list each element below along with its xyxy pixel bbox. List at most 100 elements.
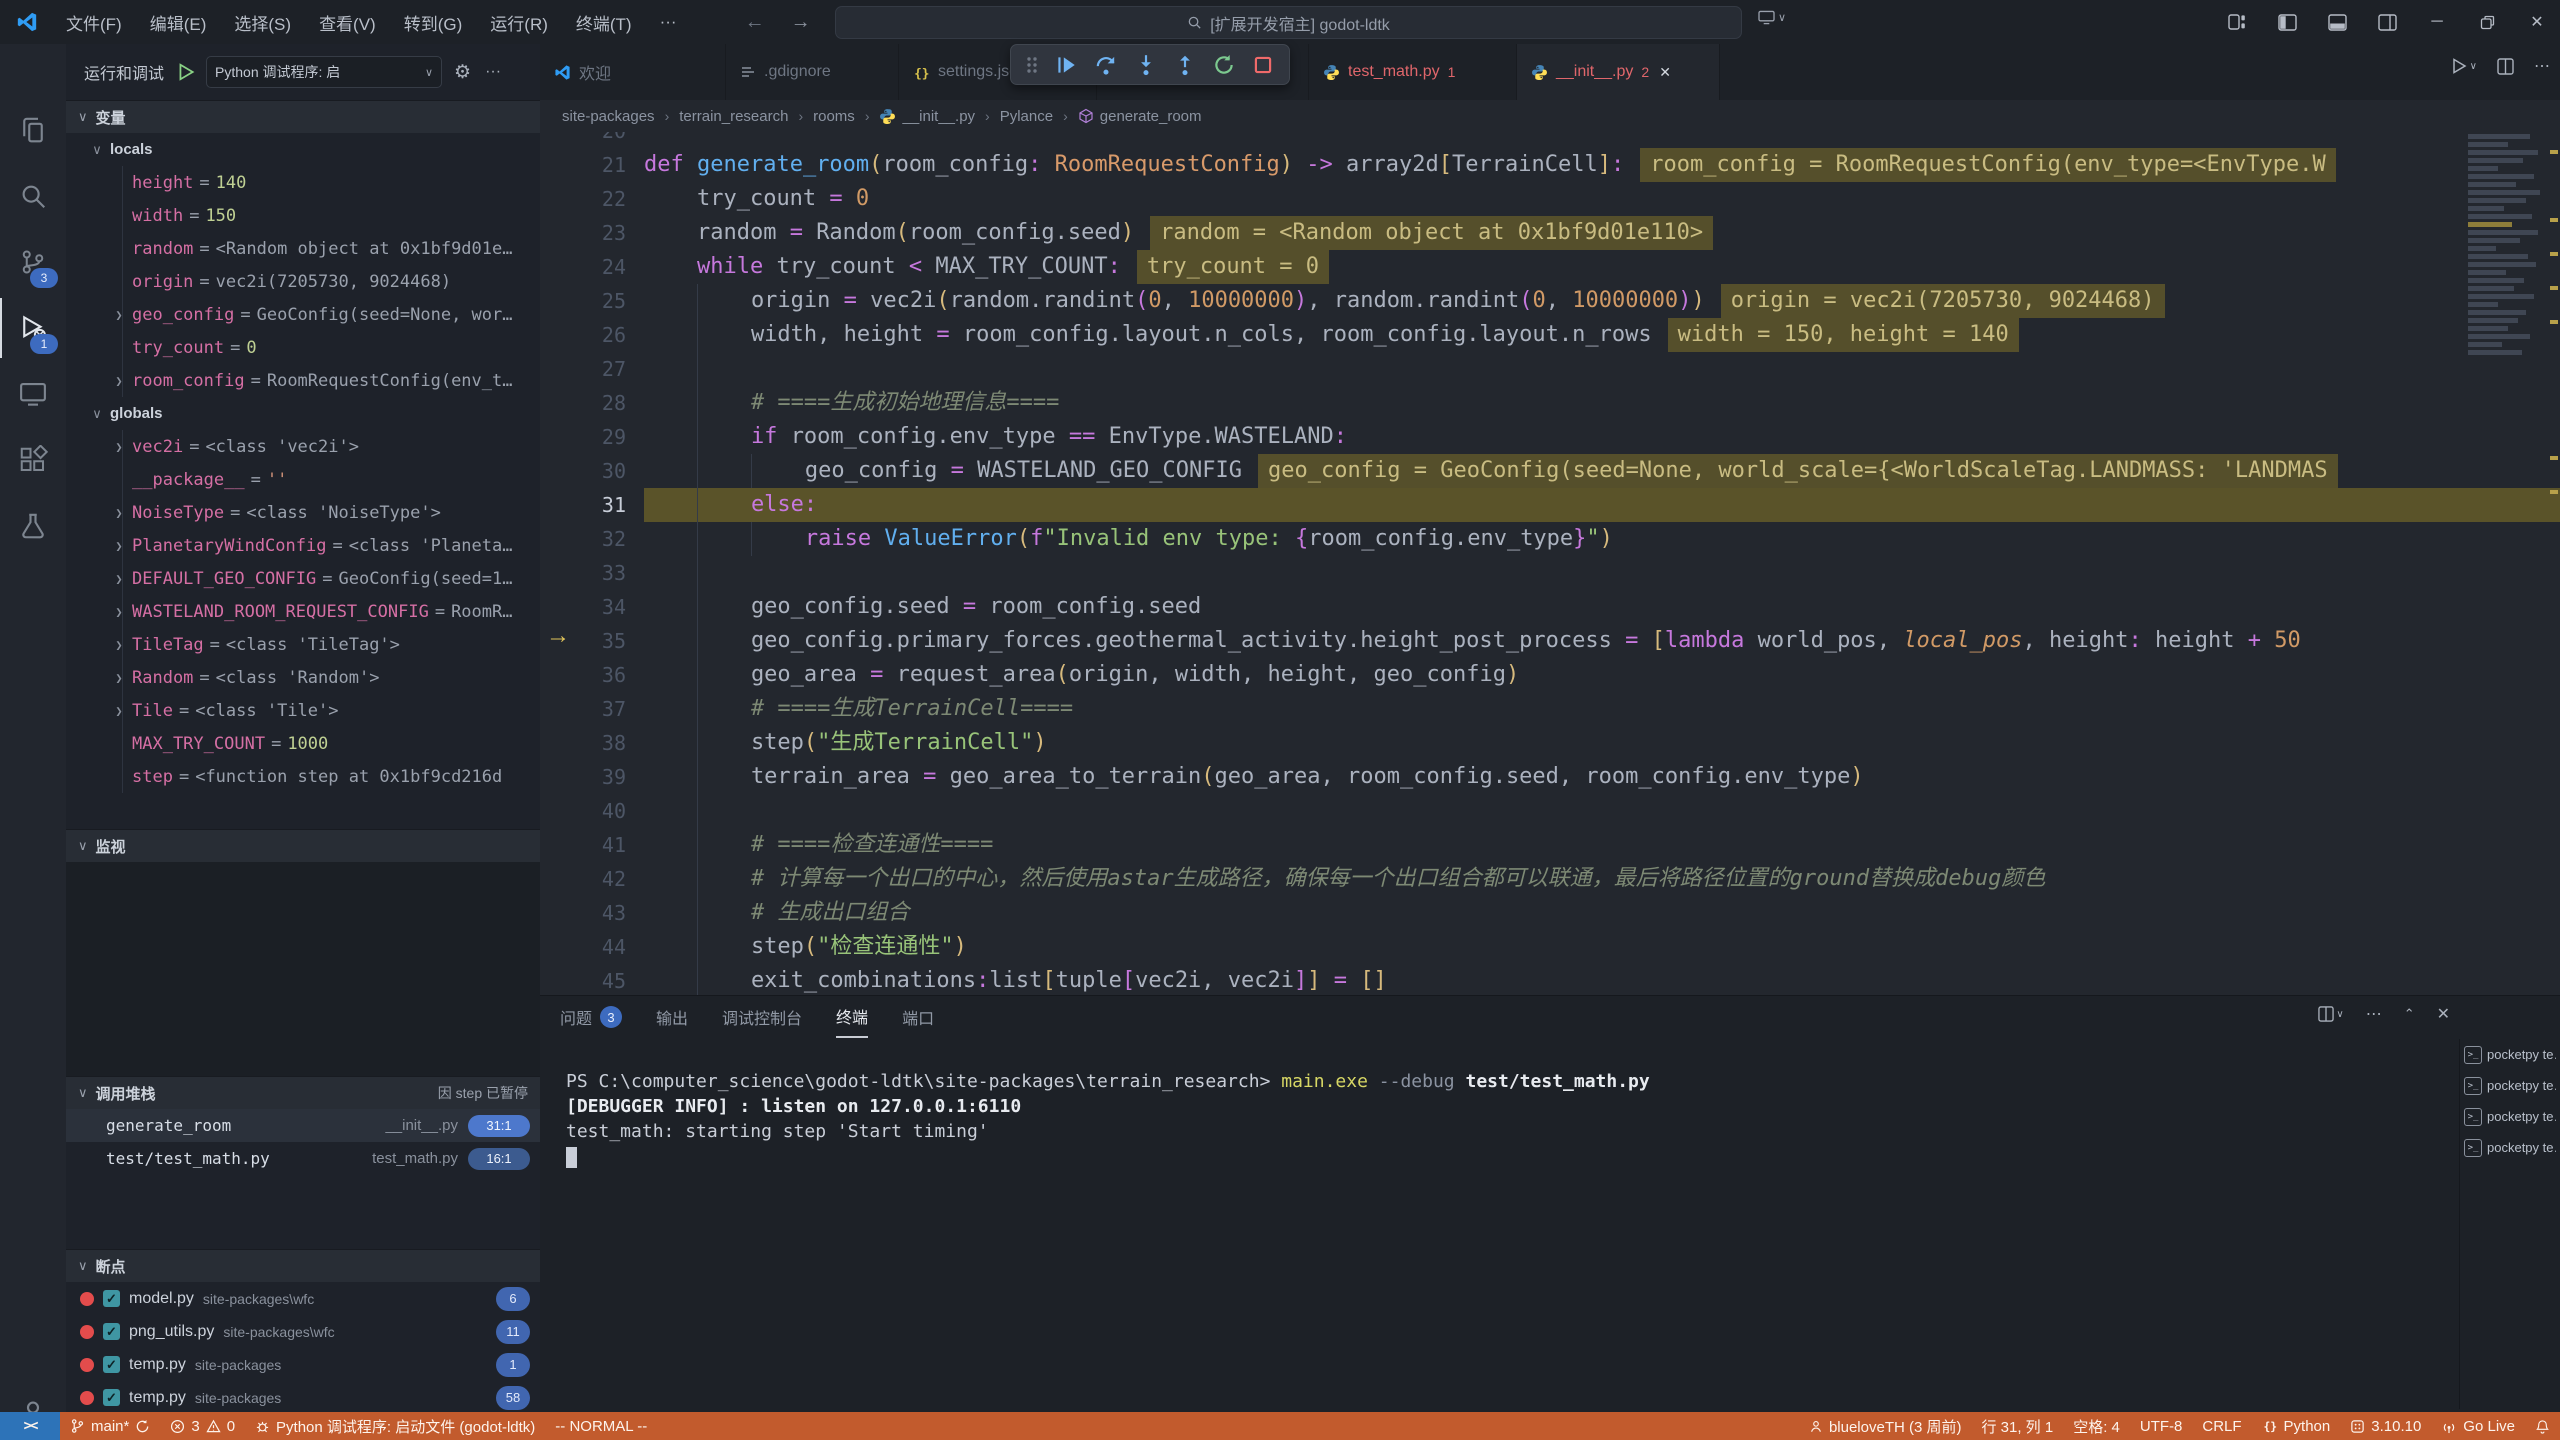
activity-item-extensions-icon[interactable] <box>0 430 66 490</box>
call-stack-section-header[interactable]: ∨调用堆栈 因 step 已暂停 <box>66 1076 540 1109</box>
minimap[interactable] <box>2468 134 2548 434</box>
status-item-Python[interactable]: {}Python <box>2252 1412 2341 1440</box>
panel-tab-调试控制台[interactable]: 调试控制台 <box>722 996 802 1038</box>
code-line[interactable]: step("生成TerrainCell") <box>644 726 2560 760</box>
code-line[interactable]: # 计算每一个出口的中心，然后使用astar生成路径，确保每一个出口组合都可以联… <box>644 862 2560 896</box>
customize-layout-icon[interactable] <box>2214 0 2260 44</box>
status-item---[interactable]: -- NORMAL -- <box>545 1412 657 1440</box>
code-line[interactable]: geo_config = WASTELAND_GEO_CONFIGgeo_con… <box>644 454 2560 488</box>
variables-section-header[interactable]: ∨变量 <box>66 100 540 133</box>
tab-__init__.py[interactable]: __init__.py2✕ <box>1517 44 1720 100</box>
more-actions-icon[interactable]: ⋯ <box>2534 56 2550 76</box>
code-line[interactable] <box>644 132 2560 148</box>
terminal-split-icon[interactable]: ∨ <box>2318 1006 2343 1022</box>
breadcrumb-item[interactable]: rooms <box>813 108 855 125</box>
activity-item-testing-icon[interactable] <box>0 496 66 556</box>
breakpoint-checkbox[interactable]: ✓ <box>103 1290 120 1307</box>
variable-row[interactable]: ❯Tile=<class 'Tile'> <box>66 694 540 727</box>
code-line[interactable]: geo_config.primary_forces.geothermal_act… <box>644 624 2560 658</box>
status-item-Python[interactable]: Python 调试程序: 启动文件 (godot-ldtk) <box>245 1412 545 1440</box>
breakpoint-checkbox[interactable]: ✓ <box>103 1323 120 1340</box>
breakpoint-checkbox[interactable]: ✓ <box>103 1389 120 1406</box>
step-out-icon[interactable] <box>1173 53 1197 77</box>
close-tab-icon[interactable]: ✕ <box>1659 64 1671 81</box>
status-item-3[interactable]: 30 <box>160 1412 245 1440</box>
menu-item[interactable]: 文件(F) <box>54 6 134 39</box>
code-line[interactable]: # ====生成TerrainCell==== <box>644 692 2560 726</box>
back-icon[interactable]: ← <box>745 11 765 34</box>
forward-icon[interactable]: → <box>791 11 811 34</box>
breadcrumb-item[interactable]: site-packages <box>562 108 655 125</box>
minimize-icon[interactable]: ─ <box>2414 0 2460 44</box>
code-line[interactable]: def generate_room(room_config: RoomReque… <box>644 148 2560 182</box>
terminal-session-item[interactable]: >_pocketpy te… <box>2460 1070 2556 1101</box>
panel-tab-端口[interactable]: 端口 <box>902 996 934 1038</box>
stop-icon[interactable] <box>1251 53 1275 77</box>
status-item-行[interactable]: 行 31, 列 1 <box>1971 1412 2063 1440</box>
code-line[interactable] <box>644 352 2560 386</box>
split-editor-icon[interactable] <box>2497 58 2514 75</box>
variable-row[interactable]: random=<Random object at 0x1bf9d01e… <box>66 232 540 265</box>
activity-item-source-control-icon[interactable]: 3 <box>0 232 66 292</box>
continue-icon[interactable] <box>1054 53 1078 77</box>
call-stack-frame[interactable]: test/test_math.pytest_math.py16:1 <box>66 1142 540 1175</box>
breakpoint-row[interactable]: ✓temp.pysite-packages58 <box>66 1381 540 1412</box>
code-line[interactable]: origin = vec2i(random.randint(0, 1000000… <box>644 284 2560 318</box>
display-dropdown-icon[interactable]: ∨ <box>1758 10 1786 25</box>
code-line[interactable]: geo_area = request_area(origin, width, h… <box>644 658 2560 692</box>
breakpoint-row[interactable]: ✓model.pysite-packages\wfc6 <box>66 1282 540 1315</box>
views-more-actions-icon[interactable]: ··· <box>485 63 501 81</box>
variable-row[interactable]: __package__='' <box>66 463 540 496</box>
close-window-icon[interactable]: ✕ <box>2514 0 2560 44</box>
menu-item[interactable]: 选择(S) <box>222 6 303 39</box>
breakpoint-row[interactable]: ✓temp.pysite-packages1 <box>66 1348 540 1381</box>
toggle-sidebar-icon[interactable] <box>2264 0 2310 44</box>
panel-tab-终端[interactable]: 终端 <box>836 996 868 1038</box>
code-line[interactable]: raise ValueError(f"Invalid env type: {ro… <box>644 522 2560 556</box>
variable-row[interactable]: ❯Random=<class 'Random'> <box>66 661 540 694</box>
activity-item-run-debug-icon[interactable]: 1 <box>0 298 66 358</box>
variable-row[interactable]: width=150 <box>66 199 540 232</box>
status-item-UTF-8[interactable]: UTF-8 <box>2130 1412 2193 1440</box>
code-line[interactable]: terrain_area = geo_area_to_terrain(geo_a… <box>644 760 2560 794</box>
terminal-session-item[interactable]: >_pocketpy te… <box>2460 1101 2556 1132</box>
code-line[interactable]: # ====生成初始地理信息==== <box>644 386 2560 420</box>
code-line[interactable]: geo_config.seed = room_config.seed <box>644 590 2560 624</box>
toggle-secondary-sidebar-icon[interactable] <box>2364 0 2410 44</box>
terminal-session-item[interactable]: >_pocketpy te… <box>2460 1039 2556 1070</box>
watch-section-header[interactable]: ∨监视 <box>66 829 540 862</box>
code-line[interactable]: else: <box>644 488 2560 522</box>
code-editor[interactable]: 2021222324252627282930313233343536373839… <box>540 132 2560 995</box>
menu-item[interactable]: 转到(G) <box>392 6 475 39</box>
status-item-Go[interactable]: Go Live <box>2431 1412 2525 1440</box>
breakpoint-checkbox[interactable]: ✓ <box>103 1356 120 1373</box>
variable-row[interactable]: ❯vec2i=<class 'vec2i'> <box>66 430 540 463</box>
step-into-icon[interactable] <box>1134 53 1158 77</box>
toggle-panel-icon[interactable] <box>2314 0 2360 44</box>
panel-tab-问题[interactable]: 问题3 <box>560 996 622 1038</box>
drag-handle-icon[interactable] <box>1025 54 1039 76</box>
code-line[interactable]: try_count = 0 <box>644 182 2560 216</box>
run-python-file-icon[interactable]: ∨ <box>2450 57 2477 75</box>
code-line[interactable]: step("检查连通性") <box>644 930 2560 964</box>
panel-more-actions-icon[interactable]: ⋯ <box>2366 1004 2382 1024</box>
variable-row[interactable]: try_count=0 <box>66 331 540 364</box>
status-item-main*[interactable]: main* <box>60 1412 160 1440</box>
code-line[interactable]: exit_combinations:list[tuple[vec2i, vec2… <box>644 964 2560 995</box>
debug-config-dropdown[interactable]: Python 调试程序: 启 ∨ <box>206 56 442 88</box>
debug-settings-gear-icon[interactable]: ⚙ <box>454 61 471 84</box>
tab-.gdignore[interactable]: .gdignore <box>726 44 899 100</box>
status-item[interactable] <box>2525 1412 2560 1440</box>
code-line[interactable]: width, height = room_config.layout.n_col… <box>644 318 2560 352</box>
code-line[interactable]: if room_config.env_type == EnvType.WASTE… <box>644 420 2560 454</box>
variable-row[interactable]: ❯room_config=RoomRequestConfig(env_t… <box>66 364 540 397</box>
tab-欢迎[interactable]: 欢迎 <box>540 44 726 100</box>
variables-group[interactable]: ∨locals <box>66 133 540 166</box>
activity-item-search-icon[interactable] <box>0 166 66 226</box>
code-line[interactable] <box>644 556 2560 590</box>
code-line[interactable]: # 生成出口组合 <box>644 896 2560 930</box>
variable-row[interactable]: ❯NoiseType=<class 'NoiseType'> <box>66 496 540 529</box>
status-item-3.10.10[interactable]: 3.10.10 <box>2340 1412 2431 1440</box>
variable-row[interactable]: ❯PlanetaryWindConfig=<class 'Planeta… <box>66 529 540 562</box>
variable-row[interactable]: height=140 <box>66 166 540 199</box>
